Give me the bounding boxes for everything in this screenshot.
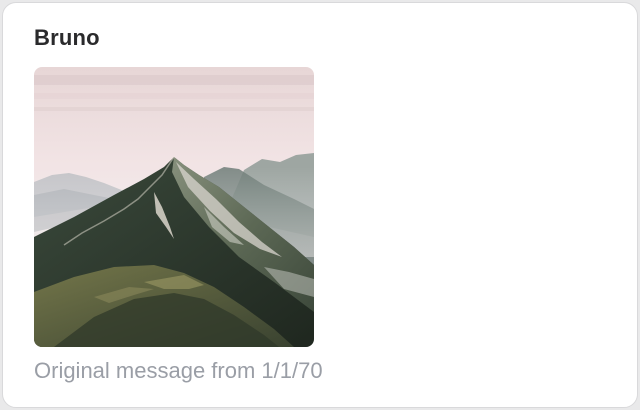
quoted-message-card[interactable]: Bruno Original message from 1/1/70 xyxy=(2,2,638,408)
mountain-photo[interactable] xyxy=(34,67,314,347)
sender-name: Bruno xyxy=(34,25,100,50)
original-message-caption: Original message from 1/1/70 xyxy=(34,358,323,383)
